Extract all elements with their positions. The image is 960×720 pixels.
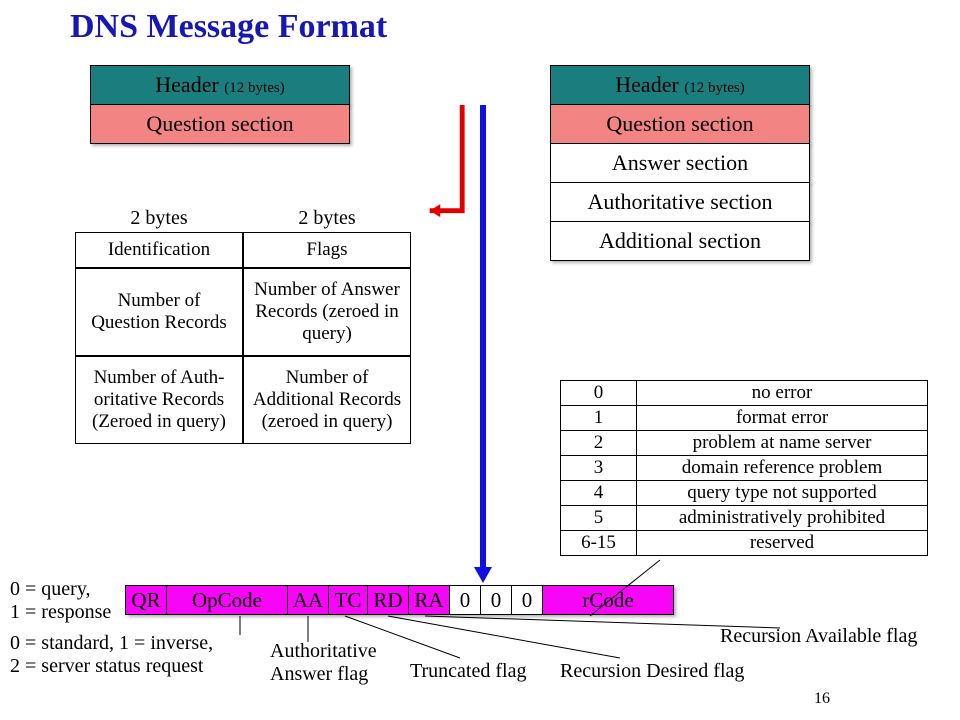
rcode-desc: reserved	[637, 531, 928, 556]
flag-rd: RD	[367, 585, 409, 615]
response-message-stack: Header (12 bytes) Question section Answe…	[550, 65, 810, 260]
qr-note: 0 = query, 1 = response	[10, 578, 111, 624]
resp-header-sub: (12 bytes)	[684, 80, 744, 96]
rcode-code: 0	[561, 381, 637, 406]
rcode-code: 3	[561, 456, 637, 481]
rcode-desc: domain reference problem	[637, 456, 928, 481]
rcode-code: 6-15	[561, 531, 637, 556]
flag-bits-row: QR OpCode AA TC RD RA 0 0 0 rCode	[126, 585, 674, 615]
hdr-qcount: Number of Question Records	[75, 268, 243, 356]
rcode-desc: no error	[637, 381, 928, 406]
resp-auth-row: Authoritative section	[550, 182, 810, 222]
query-header-text: Header	[155, 72, 224, 97]
resp-question-row: Question section	[550, 104, 810, 144]
query-question-row: Question section	[90, 104, 350, 144]
hdr-identification: Identification	[75, 232, 243, 268]
hdr-flags: Flags	[243, 232, 411, 268]
query-header-sub: (12 bytes)	[224, 80, 284, 96]
rcode-code: 2	[561, 431, 637, 456]
rcode-code: 4	[561, 481, 637, 506]
hdr-col1-label: 2 bytes	[75, 205, 243, 232]
flags-arrow-icon	[463, 105, 503, 585]
query-header-row: Header (12 bytes)	[90, 65, 350, 105]
rcode-desc: format error	[637, 406, 928, 431]
header-fields-table: 2 bytes 2 bytes Identification Flags Num…	[75, 205, 411, 444]
flag-rcode: rCode	[542, 585, 674, 615]
rcode-code: 5	[561, 506, 637, 531]
hdr-arcount: Number of Additional Records (zeroed in …	[243, 356, 411, 444]
opcode-note: 0 = standard, 1 = inverse, 2 = server st…	[10, 632, 213, 678]
rcode-code: 1	[561, 406, 637, 431]
resp-answer-row: Answer section	[550, 143, 810, 183]
page-number: 16	[814, 690, 830, 708]
flag-zero: 0	[449, 585, 481, 615]
flag-qr: QR	[125, 585, 167, 615]
rcode-table: 0no error 1format error 2problem at name…	[560, 380, 928, 556]
ra-note: Recursion Available flag	[720, 625, 917, 648]
hdr-col2-label: 2 bytes	[243, 205, 411, 232]
tc-note: Truncated flag	[410, 660, 526, 683]
flag-tc: TC	[328, 585, 368, 615]
flag-zero: 0	[511, 585, 543, 615]
resp-header-text: Header	[615, 72, 684, 97]
query-message-stack: Header (12 bytes) Question section	[90, 65, 350, 143]
resp-addl-row: Additional section	[550, 221, 810, 261]
rcode-desc: problem at name server	[637, 431, 928, 456]
page-title: DNS Message Format	[70, 8, 387, 46]
flag-opcode: OpCode	[166, 585, 288, 615]
rd-note: Recursion Desired flag	[560, 660, 744, 683]
rcode-desc: administratively prohibited	[637, 506, 928, 531]
flag-aa: AA	[287, 585, 329, 615]
flag-zero: 0	[480, 585, 512, 615]
rcode-desc: query type not supported	[637, 481, 928, 506]
aa-note: Authoritative Answer flag	[270, 640, 377, 686]
hdr-ancount: Number of Answer Records (zeroed in quer…	[243, 268, 411, 356]
hdr-nscount: Number of Auth-oritative Records (Zeroed…	[75, 356, 243, 444]
flag-ra: RA	[408, 585, 450, 615]
resp-header-row: Header (12 bytes)	[550, 65, 810, 105]
